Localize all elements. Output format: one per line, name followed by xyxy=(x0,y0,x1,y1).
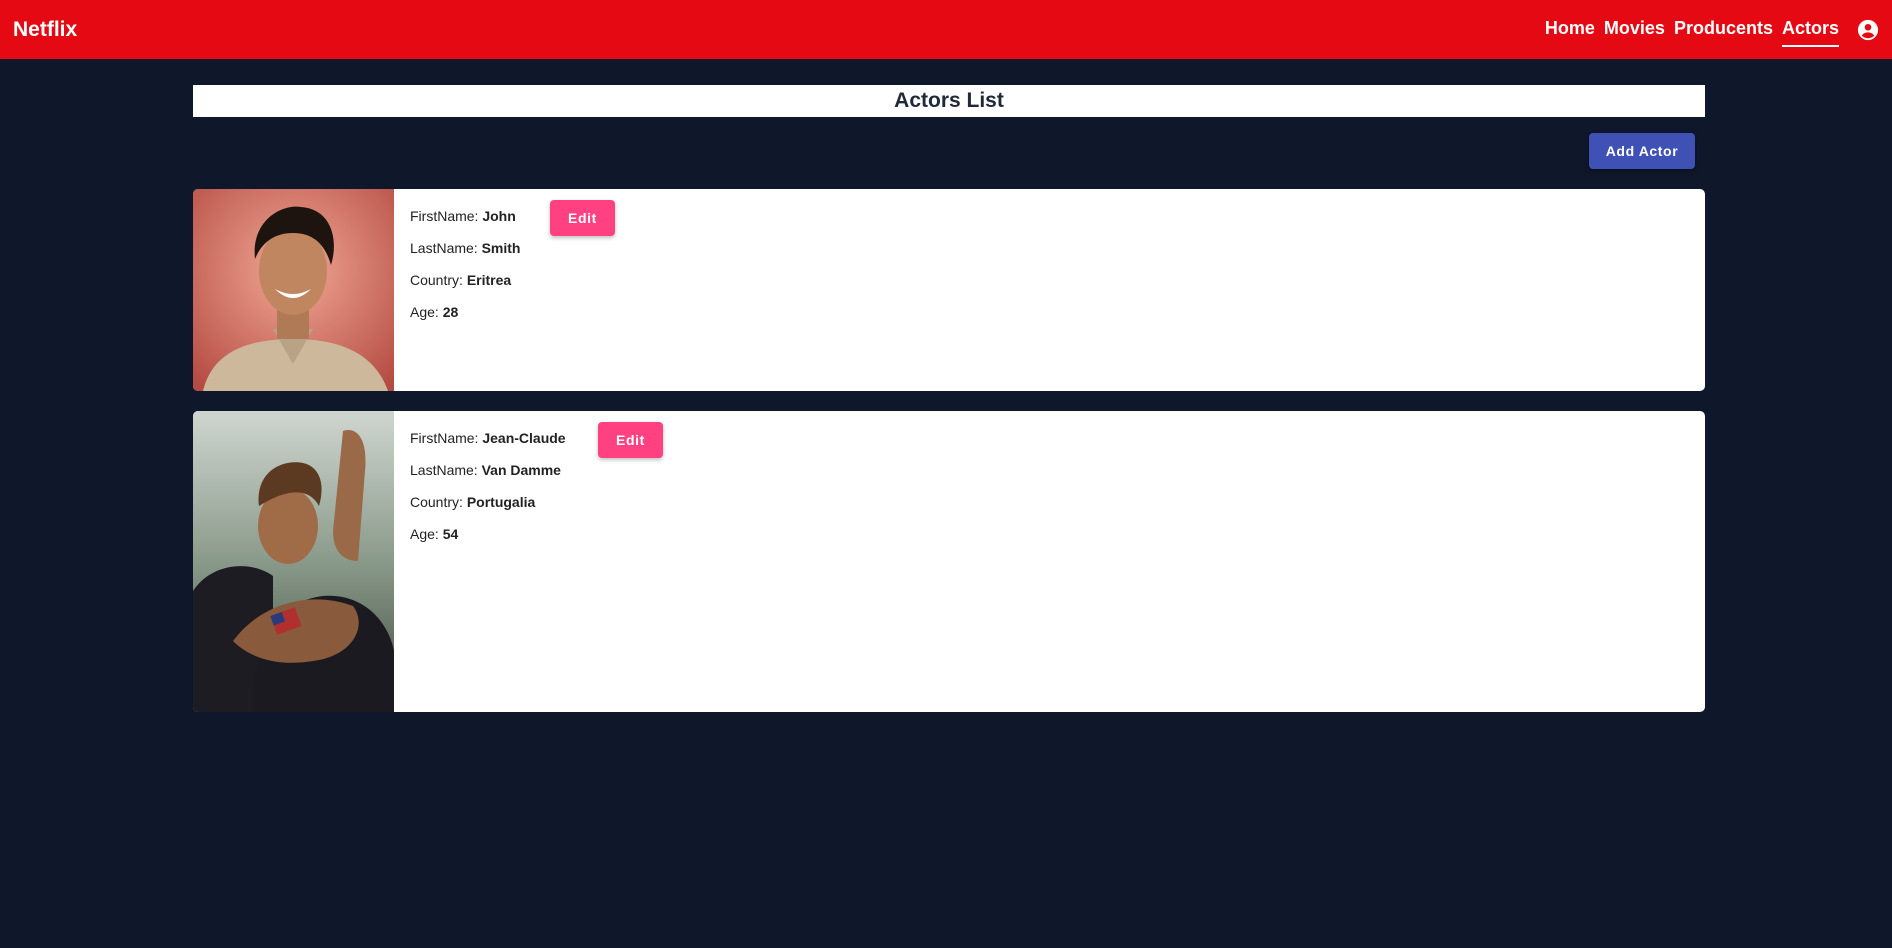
last-name-row: LastName: Smith xyxy=(410,238,520,270)
last-name-value: Van Damme xyxy=(481,462,561,478)
last-name-label: LastName: xyxy=(410,240,482,256)
country-row: Country: Eritrea xyxy=(410,270,520,302)
last-name-label: LastName: xyxy=(410,462,482,478)
age-value: 28 xyxy=(442,304,459,320)
nav-actors[interactable]: Actors xyxy=(1781,18,1840,47)
first-name-value: John xyxy=(482,208,516,224)
first-name-row: FirstName: Jean-Claude xyxy=(410,428,566,460)
first-name-value: Jean-Claude xyxy=(482,430,566,446)
country-value: Portugalia xyxy=(466,494,536,510)
nav-producents[interactable]: Producents xyxy=(1674,18,1773,41)
actor-info: FirstName: John LastName: Smith Country:… xyxy=(394,189,615,391)
actor-info: FirstName: Jean-Claude LastName: Van Dam… xyxy=(394,411,663,712)
top-app-bar: Netflix Home Movies Producents Actors xyxy=(0,0,1892,59)
country-label: Country: xyxy=(410,272,467,288)
brand-logo[interactable]: Netflix xyxy=(13,18,77,42)
actor-card: FirstName: John LastName: Smith Country:… xyxy=(193,189,1705,391)
age-label: Age: xyxy=(410,526,443,542)
actor-card: FirstName: Jean-Claude LastName: Van Dam… xyxy=(193,411,1705,712)
first-name-label: FirstName: xyxy=(410,430,483,446)
edit-button[interactable]: Edit xyxy=(598,422,663,458)
first-name-label: FirstName: xyxy=(410,208,483,224)
last-name-value: Smith xyxy=(481,240,521,256)
account-circle-icon[interactable] xyxy=(1857,19,1879,41)
country-label: Country: xyxy=(410,494,467,510)
country-value: Eritrea xyxy=(466,272,512,288)
add-actor-button[interactable]: Add Actor xyxy=(1589,133,1695,169)
last-name-row: LastName: Van Damme xyxy=(410,460,566,492)
main-nav: Home Movies Producents Actors xyxy=(1536,0,1879,59)
edit-button[interactable]: Edit xyxy=(550,200,615,236)
age-row: Age: 28 xyxy=(410,302,520,334)
age-row: Age: 54 xyxy=(410,524,566,556)
nav-movies[interactable]: Movies xyxy=(1604,18,1665,41)
age-label: Age: xyxy=(410,304,443,320)
page-title: Actors List xyxy=(193,85,1705,117)
actor-photo xyxy=(193,411,394,712)
age-value: 54 xyxy=(442,526,459,542)
country-row: Country: Portugalia xyxy=(410,492,566,524)
first-name-row: FirstName: John xyxy=(410,206,520,238)
actor-photo xyxy=(193,189,394,391)
nav-home[interactable]: Home xyxy=(1545,18,1595,41)
